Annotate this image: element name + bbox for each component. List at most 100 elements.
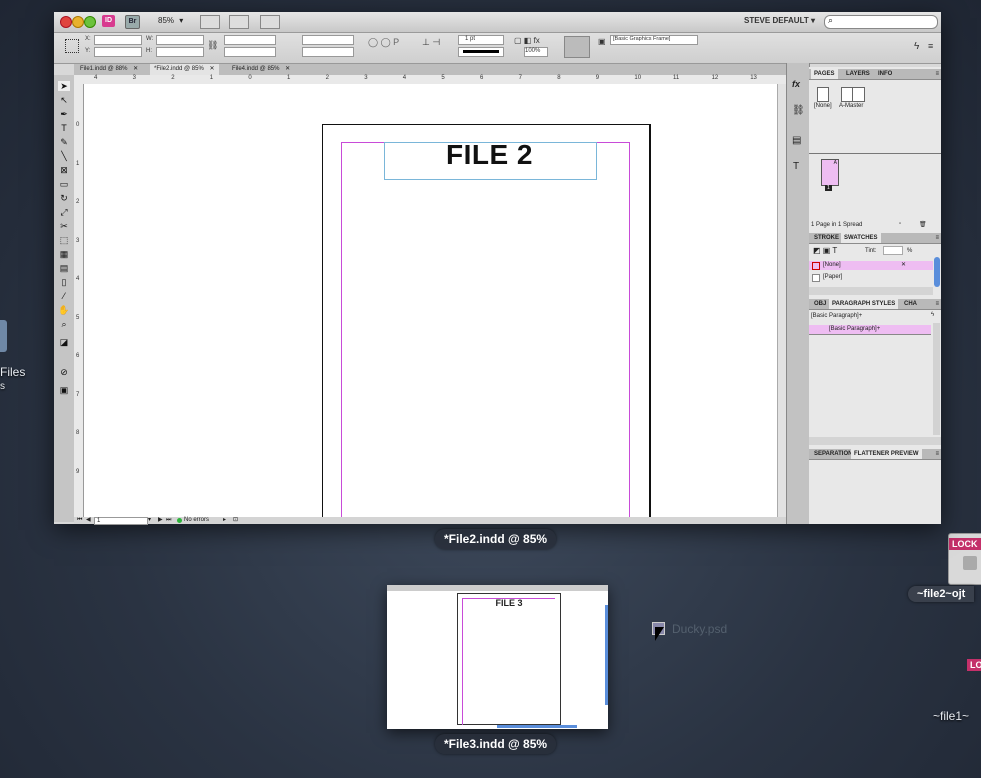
object-style-icon[interactable]: ▣ [598,37,606,46]
tab-paragraph-styles[interactable]: PARAGRAPH STYLES [829,299,899,309]
tab-stroke[interactable]: STROKE [811,233,842,243]
doc-tab-file2[interactable]: *File2.indd @ 85% ✕ [150,64,219,75]
control-panel-menu-icon[interactable]: ≡ [928,41,933,51]
links-icon[interactable]: ⛓ [792,105,805,116]
stroke-weight-field[interactable]: 1 pt [458,35,504,45]
pasteboard[interactable]: FILE 2 [84,84,777,517]
close-window-button[interactable] [60,16,72,28]
scale-tool-icon[interactable]: ⤢ [58,207,70,217]
character-icon[interactable]: T [793,161,799,172]
y-position-field[interactable] [94,47,142,57]
close-icon[interactable]: ✕ [133,66,138,72]
tab-object-styles[interactable]: OBJ [811,299,829,309]
rotate-field[interactable] [302,35,354,45]
arrange-documents-button[interactable] [260,15,280,29]
gradient-swatch-tool-icon[interactable]: ▦ [58,249,70,259]
apply-none-icon[interactable]: ⊘ [58,367,70,377]
page-1-thumb[interactable]: A [821,159,839,186]
height-field[interactable] [156,47,204,57]
flip-buttons[interactable]: ⊥ ⊣ [422,37,452,55]
desktop-folder-icon[interactable] [0,320,7,352]
delete-page-button[interactable]: 🗑 [919,221,927,228]
x-position-field[interactable] [94,35,142,45]
transform-buttons[interactable]: ◯ ◯ P [368,37,408,55]
tab-pages[interactable]: PAGES [811,69,838,79]
eyedropper-tool-icon[interactable]: ⁄ [58,291,70,301]
new-style-from-selection-icon[interactable]: ϟ [931,312,934,318]
thumbnail-caption[interactable]: *File3.indd @ 85% [435,734,557,754]
panel-menu-icon[interactable]: ≡ [935,449,939,459]
fill-stroke-proxy-icon[interactable]: ◩ ▣ T [813,246,837,255]
paragraph-style-item[interactable]: [Basic Paragraph]+ [809,325,931,335]
direct-selection-tool-icon[interactable]: ↖ [58,95,70,105]
bridge-button[interactable]: Br [125,15,140,29]
shear-field[interactable] [302,47,354,57]
object-style-dropdown[interactable]: [Basic Graphics Frame] [610,35,698,45]
view-mode-icon[interactable]: ▣ [58,385,70,395]
search-field[interactable]: ⌕ [824,15,938,29]
master-none-thumb[interactable] [817,87,829,102]
workspace-switcher[interactable]: STEVE DEFAULT ▾ [744,16,815,25]
width-field[interactable] [156,35,204,45]
doc-tab-file1[interactable]: File1.indd @ 88% ✕ [76,64,142,75]
swatches-scrollbar[interactable] [934,257,940,287]
close-icon[interactable]: ✕ [209,66,214,72]
last-page-button[interactable]: ⏭ [166,517,171,524]
zoom-level-dropdown[interactable]: 85% ▾ [158,16,183,25]
paragraph-styles-scrollbar[interactable] [933,323,940,435]
gradient-feather-tool-icon[interactable]: ▤ [58,263,70,273]
zoom-window-button[interactable] [84,16,96,28]
file3-window-thumbnail[interactable]: FILE 3 [387,585,608,729]
page-dropdown-chevron-icon[interactable]: ▾ [148,517,151,524]
panel-menu-icon[interactable]: ≡ [935,233,939,243]
selection-tool-icon[interactable]: ➤ [58,81,70,91]
type-tool-icon[interactable]: T [58,123,70,133]
reference-point-icon[interactable] [65,39,79,53]
preflight-menu-chevron-icon[interactable]: ▸ [223,517,226,524]
pages-panel-divider[interactable] [809,153,941,154]
free-transform-tool-icon[interactable]: ⬚ [58,235,70,245]
rotate-tool-icon[interactable]: ↻ [58,193,70,203]
page-number-field[interactable]: 1 [94,517,148,525]
document-page[interactable]: FILE 2 [322,124,651,517]
tab-layers[interactable]: LAYERS [843,69,873,79]
tab-info[interactable]: INFO [875,69,895,79]
swatch-row[interactable]: [Paper] [809,273,933,282]
scale-y-field[interactable] [224,47,276,57]
swatch-row[interactable]: [None] ✕ [809,261,933,270]
preflight-status[interactable]: No errors [184,517,209,524]
close-icon[interactable]: ✕ [285,66,290,72]
scale-x-field[interactable] [224,35,276,45]
tab-flattener-preview[interactable]: FLATTENER PREVIEW [851,449,922,459]
panel-menu-icon[interactable]: ≡ [935,69,939,79]
desktop-lock-file-icon[interactable]: LOCK [948,533,981,585]
pencil-tool-icon[interactable]: ✎ [58,137,70,147]
note-tool-icon[interactable]: ▯ [58,277,70,287]
screen-mode-button[interactable] [229,15,249,29]
tab-character-styles[interactable]: CHA [901,299,920,309]
ducky-file-label[interactable]: Ducky.psd [672,622,727,636]
hand-tool-icon[interactable]: ✋ [58,305,70,315]
a-master-thumb[interactable] [841,87,865,102]
stroke-type-dropdown[interactable] [458,47,504,57]
tab-separation[interactable]: SEPARATION [811,449,855,459]
zoom-tool-icon[interactable]: ⌕ [58,319,70,329]
open-preflight-button[interactable]: ⊡ [233,517,238,524]
rectangle-tool-icon[interactable]: ▭ [58,179,70,189]
desktop-lock-badge-2[interactable]: LO [967,659,981,671]
desktop-folder-label[interactable]: Files [0,365,25,379]
new-page-button[interactable]: ▫ [899,221,901,227]
main-window-caption[interactable]: *File2.indd @ 85% [435,529,557,549]
effects-icon[interactable]: fx [792,79,800,89]
first-page-button[interactable]: ⏮ [77,517,82,524]
desktop-file-label-file2[interactable]: ~file2~ojt [908,586,975,602]
desktop-file-label-file1[interactable]: ~file1~ [933,709,969,723]
pen-tool-icon[interactable]: ✒ [58,109,70,119]
tint-field[interactable] [883,246,903,255]
minimize-window-button[interactable] [72,16,84,28]
next-page-button[interactable]: ▶ [158,517,163,524]
scissors-tool-icon[interactable]: ✂ [58,221,70,231]
view-options-button[interactable] [200,15,220,29]
page-heading[interactable]: FILE 2 [384,139,595,171]
line-tool-icon[interactable]: ╲ [58,151,70,161]
